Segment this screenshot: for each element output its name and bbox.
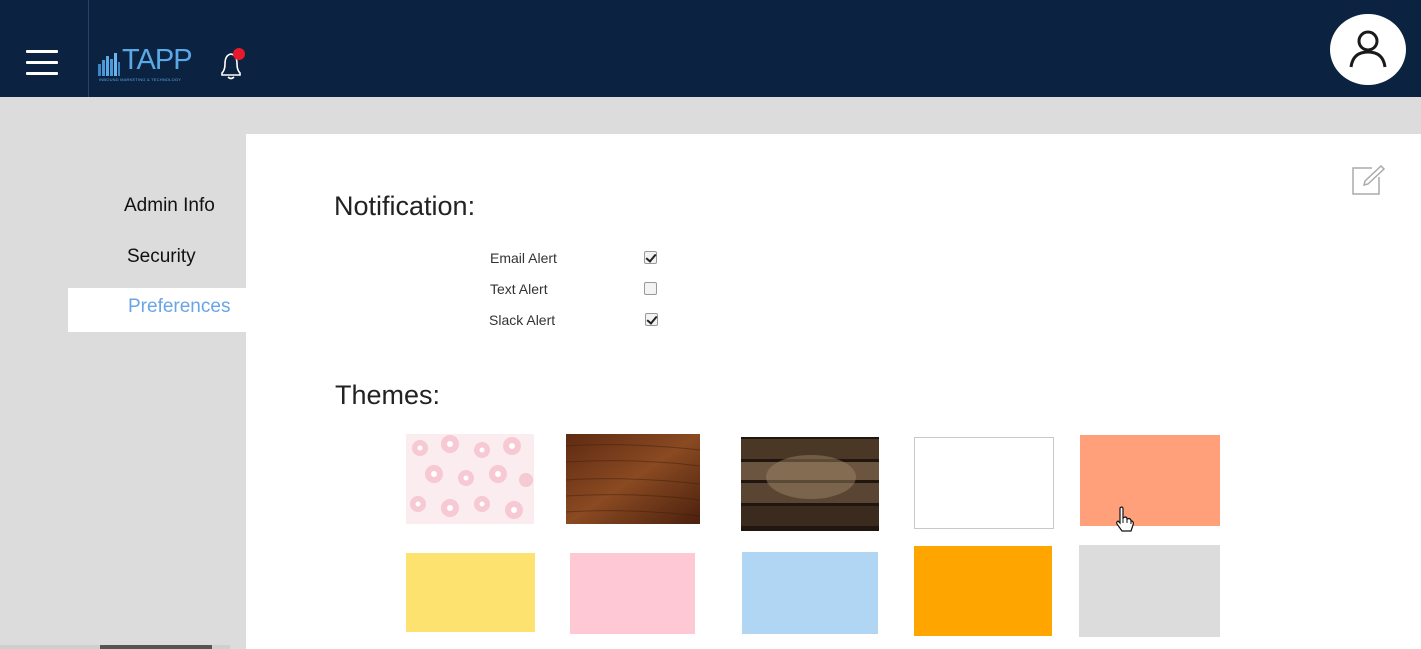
preferences-panel: Notification: Email Alert Text Alert Sla… xyxy=(246,134,1421,649)
theme-swatch-light-blue[interactable] xyxy=(742,552,878,634)
email-alert-checkbox[interactable] xyxy=(644,251,657,264)
horizontal-scrollbar[interactable] xyxy=(0,645,230,649)
notification-heading: Notification: xyxy=(334,191,476,221)
edit-icon[interactable] xyxy=(1350,165,1386,197)
sidebar-item-preferences[interactable]: Preferences xyxy=(68,288,248,332)
tapp-logo[interactable]: TAPP INBOUND MARKETING & TECHNOLOGY xyxy=(98,44,200,84)
user-icon xyxy=(1349,30,1387,68)
theme-swatch-brown-wood[interactable] xyxy=(566,434,700,524)
text-alert-checkbox[interactable] xyxy=(644,282,657,295)
sidebar-item-security[interactable]: Security xyxy=(127,246,196,268)
theme-swatch-white[interactable] xyxy=(914,437,1054,529)
theme-swatch-light-gray[interactable] xyxy=(1079,545,1220,637)
notification-dot xyxy=(233,48,245,60)
theme-swatch-salmon[interactable] xyxy=(1080,435,1220,526)
themes-heading: Themes: xyxy=(335,380,441,410)
bell-icon[interactable] xyxy=(214,46,248,82)
theme-swatch-dark-planks[interactable] xyxy=(741,437,879,531)
slack-alert-label: Slack Alert xyxy=(489,312,556,328)
theme-swatch-orange[interactable] xyxy=(914,546,1052,636)
sidebar-item-admin-info[interactable]: Admin Info xyxy=(124,195,215,217)
logo-tagline: INBOUND MARKETING & TECHNOLOGY xyxy=(99,77,182,82)
theme-swatch-pink-floral[interactable] xyxy=(406,434,534,524)
logo-text: TAPP xyxy=(122,44,193,76)
email-alert-label: Email Alert xyxy=(490,250,557,266)
top-navbar: TAPP INBOUND MARKETING & TECHNOLOGY xyxy=(0,0,1421,97)
navbar-divider xyxy=(88,0,89,97)
slack-alert-checkbox[interactable] xyxy=(645,313,658,326)
logo-bars-icon xyxy=(98,53,120,76)
user-avatar[interactable] xyxy=(1330,14,1406,85)
theme-swatch-pink[interactable] xyxy=(570,553,695,634)
text-alert-label: Text Alert xyxy=(490,281,548,297)
hamburger-menu-icon[interactable] xyxy=(26,50,58,76)
scrollbar-thumb[interactable] xyxy=(100,645,212,649)
sidebar-item-label: Preferences xyxy=(128,296,231,317)
theme-swatch-yellow[interactable] xyxy=(406,553,535,632)
